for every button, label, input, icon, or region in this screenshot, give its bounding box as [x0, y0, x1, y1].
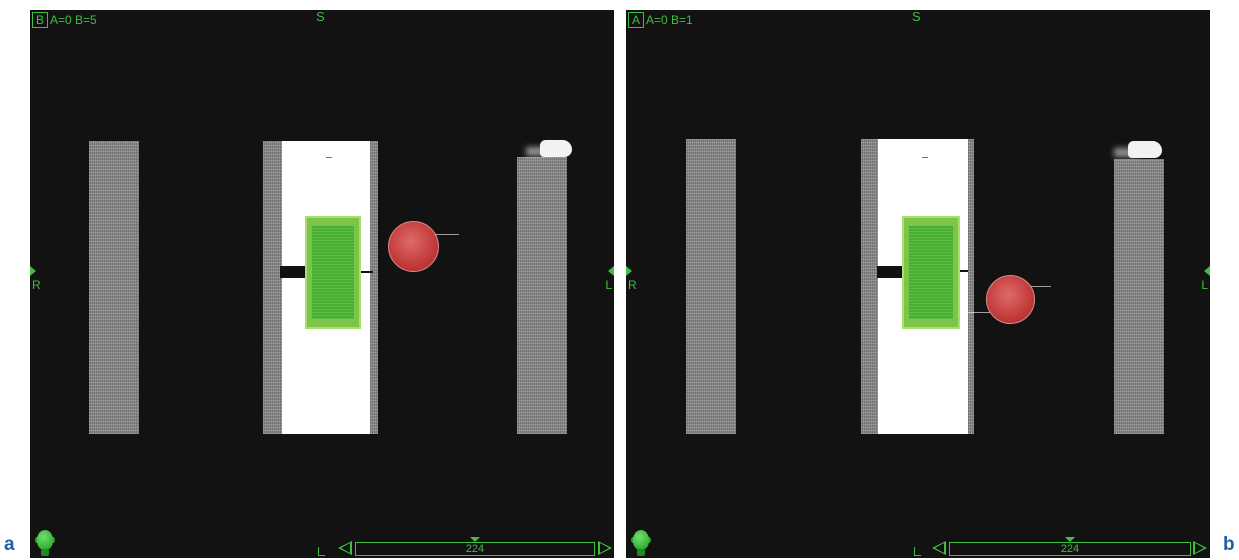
- phantom-strip-left: [89, 141, 139, 434]
- tick-mark: [922, 157, 928, 158]
- artifact-streak: [960, 312, 990, 313]
- superior-label: S: [316, 10, 325, 24]
- target-volume-core: [909, 226, 953, 319]
- artifact-streak: [1031, 286, 1051, 287]
- left-label: L: [605, 278, 612, 292]
- phantom-strip-left: [686, 139, 736, 434]
- slider-right-arrow-icon[interactable]: [1193, 541, 1207, 555]
- target-volume[interactable]: [902, 216, 960, 329]
- corner-mark-icon: [318, 547, 325, 556]
- phantom-strip-right: [1114, 159, 1164, 434]
- left-marker-icon: [1204, 266, 1210, 276]
- count-readout: A=0 B=1: [646, 13, 693, 27]
- black-bar: [877, 266, 905, 278]
- slider-left-arrow-icon[interactable]: [338, 541, 352, 555]
- superior-label: S: [912, 10, 921, 24]
- corner-mark-icon: [914, 547, 921, 556]
- tick-mark: [326, 157, 332, 158]
- left-marker-icon: [608, 266, 614, 276]
- view-badge[interactable]: B: [32, 12, 48, 28]
- marker-circle[interactable]: [986, 275, 1035, 324]
- bright-spot: [540, 140, 572, 157]
- figure-label-a: a: [4, 534, 15, 555]
- marker-circle[interactable]: [388, 221, 439, 272]
- right-marker-icon: [30, 266, 36, 276]
- connector-bar: [361, 271, 373, 273]
- image-panel-a[interactable]: B A=0 B=5 S R L 224: [30, 10, 614, 558]
- slice-slider[interactable]: 224: [949, 537, 1191, 556]
- black-bar: [280, 266, 308, 278]
- figure-label-b: b: [1223, 534, 1235, 555]
- image-panel-b[interactable]: A A=0 B=1 S R L 224: [626, 10, 1210, 558]
- target-volume[interactable]: [305, 216, 361, 329]
- bright-spot: [1128, 141, 1162, 158]
- connector-bar: [960, 270, 968, 272]
- right-label: R: [628, 278, 637, 292]
- left-label: L: [1201, 278, 1208, 292]
- slider-right-arrow-icon[interactable]: [598, 541, 612, 555]
- slider-left-arrow-icon[interactable]: [932, 541, 946, 555]
- target-volume-core: [312, 226, 354, 319]
- right-marker-icon: [626, 266, 632, 276]
- slice-slider[interactable]: 224: [355, 537, 595, 556]
- view-badge[interactable]: A: [628, 12, 644, 28]
- artifact-streak: [435, 234, 459, 235]
- count-readout: A=0 B=5: [50, 13, 97, 27]
- right-label: R: [32, 278, 41, 292]
- phantom-strip-right: [517, 157, 567, 434]
- head-orientation-icon[interactable]: [630, 530, 652, 556]
- head-orientation-icon[interactable]: [34, 530, 56, 556]
